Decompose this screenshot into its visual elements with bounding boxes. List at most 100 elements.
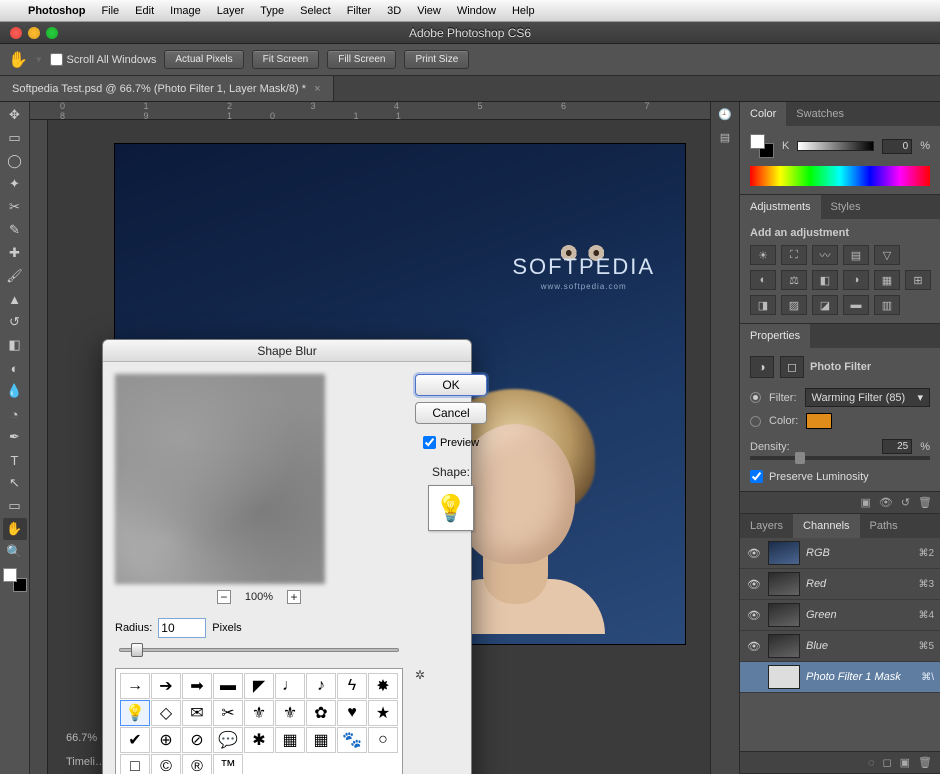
color-chip[interactable] [806,413,832,429]
shape-item[interactable]: ○ [368,727,398,753]
menu-type[interactable]: Type [260,5,284,17]
timeline-tab[interactable]: Timeli… [66,756,106,768]
shape-item-selected[interactable]: 💡 [120,700,150,726]
shape-item[interactable]: 💬 [213,727,243,753]
save-selection-icon[interactable]: ◻ [882,756,891,769]
adj-poster-icon[interactable]: ▨ [781,295,807,315]
menu-file[interactable]: File [101,5,119,17]
adj-mixer-icon[interactable]: ▦ [874,270,900,290]
radius-slider[interactable] [119,642,399,658]
tab-styles[interactable]: Styles [821,195,871,219]
shape-item[interactable]: ✉ [182,700,212,726]
window-close-button[interactable] [10,27,22,39]
shape-item[interactable]: ➡ [182,673,212,699]
shape-item[interactable]: ϟ [337,673,367,699]
menu-window[interactable]: Window [457,5,496,17]
shape-tool[interactable]: ▭ [3,495,27,517]
shape-item[interactable]: ® [182,754,212,774]
shape-item[interactable]: ◇ [151,700,181,726]
view-prev-icon[interactable]: 👁 [879,496,893,509]
lasso-tool[interactable]: ◯ [3,150,27,172]
tab-color[interactable]: Color [740,102,786,126]
mask-icon[interactable]: ◻ [780,356,804,378]
reset-icon[interactable]: ↺ [901,496,910,509]
marquee-tool[interactable]: ▭ [3,127,27,149]
shape-item[interactable]: ⊘ [182,727,212,753]
visibility-icon[interactable]: 👁 [746,609,762,622]
fill-screen-button[interactable]: Fill Screen [327,50,396,69]
adj-bw-icon[interactable]: ◧ [812,270,838,290]
shape-item[interactable]: ➔ [151,673,181,699]
shape-item[interactable]: ♩ [275,673,305,699]
cancel-button[interactable]: Cancel [415,402,487,424]
pen-tool[interactable]: ✒ [3,426,27,448]
adj-exposure-icon[interactable]: ▤ [843,245,869,265]
move-tool[interactable]: ✥ [3,104,27,126]
shape-item[interactable]: ⚜ [244,700,274,726]
adj-curves-icon[interactable]: 〰 [812,245,838,265]
shape-item[interactable]: ▬ [213,673,243,699]
zoom-out-button[interactable]: − [217,590,231,604]
history-brush-tool[interactable]: ↺ [3,311,27,333]
tab-layers[interactable]: Layers [740,514,793,538]
shape-swatch[interactable]: 💡 [428,485,474,531]
zoom-readout[interactable]: 66.7% [66,732,97,744]
adj-levels-icon[interactable]: ⛶ [781,245,807,265]
menu-help[interactable]: Help [512,5,535,17]
adjustment-icon[interactable]: ◑ [750,356,774,378]
shape-item[interactable]: ▦ [306,727,336,753]
visibility-icon[interactable]: 👁 [746,578,762,591]
shape-item[interactable]: ♪ [306,673,336,699]
eyedropper-tool[interactable]: ✎ [3,219,27,241]
channel-row-selected[interactable]: Photo Filter 1 Mask ⌘\ [740,662,940,693]
menu-view[interactable]: View [417,5,441,17]
visibility-icon[interactable]: 👁 [746,640,762,653]
ok-button[interactable]: OK [415,374,487,396]
gradient-tool[interactable]: ◐ [3,357,27,379]
filter-preview[interactable] [115,374,325,584]
k-value[interactable] [882,139,912,154]
shape-item[interactable]: ✂ [213,700,243,726]
adj-balance-icon[interactable]: ⚖ [781,270,807,290]
window-zoom-button[interactable] [46,27,58,39]
load-selection-icon[interactable]: ◌ [868,757,875,769]
menu-edit[interactable]: Edit [135,5,154,17]
density-slider[interactable] [750,456,930,460]
preview-checkbox[interactable]: Preview [423,436,479,449]
shape-item[interactable]: ▦ [275,727,305,753]
menu-layer[interactable]: Layer [217,5,245,17]
shape-item[interactable]: ⚜ [275,700,305,726]
document-tab[interactable]: Softpedia Test.psd @ 66.7% (Photo Filter… [0,76,334,101]
shape-item[interactable]: ✸ [368,673,398,699]
adj-selective-icon[interactable]: ▥ [874,295,900,315]
adj-brightness-icon[interactable]: ☀ [750,245,776,265]
crop-tool[interactable]: ✂ [3,196,27,218]
shape-item[interactable]: 🐾 [337,727,367,753]
shape-item[interactable]: ◤ [244,673,274,699]
heal-tool[interactable]: ✚ [3,242,27,264]
fit-screen-button[interactable]: Fit Screen [252,50,320,69]
k-slider[interactable] [797,141,874,151]
zoom-tool[interactable]: 🔍 [3,541,27,563]
tab-swatches[interactable]: Swatches [786,102,854,126]
shape-item[interactable]: ✿ [306,700,336,726]
blur-tool[interactable]: 💧 [3,380,27,402]
tab-paths[interactable]: Paths [860,514,908,538]
shape-item[interactable]: → [120,673,150,699]
channel-row[interactable]: 👁 Blue ⌘5 [740,631,940,662]
menu-image[interactable]: Image [170,5,201,17]
menu-filter[interactable]: Filter [347,5,371,17]
app-menu[interactable]: Photoshop [28,5,85,17]
window-minimize-button[interactable] [28,27,40,39]
shape-item[interactable]: © [151,754,181,774]
zoom-in-button[interactable]: + [287,590,301,604]
visibility-icon[interactable]: 👁 [746,547,762,560]
dodge-tool[interactable]: ◔ [3,403,27,425]
adj-invert-icon[interactable]: ◨ [750,295,776,315]
brush-tool[interactable]: 🖌 [3,265,27,287]
shape-flyout-icon[interactable]: ✲ [415,668,425,682]
actual-pixels-button[interactable]: Actual Pixels [164,50,243,69]
adj-photofilter-icon[interactable]: ◑ [843,270,869,290]
color-swatch[interactable] [750,134,774,158]
stamp-tool[interactable]: ▲ [3,288,27,310]
